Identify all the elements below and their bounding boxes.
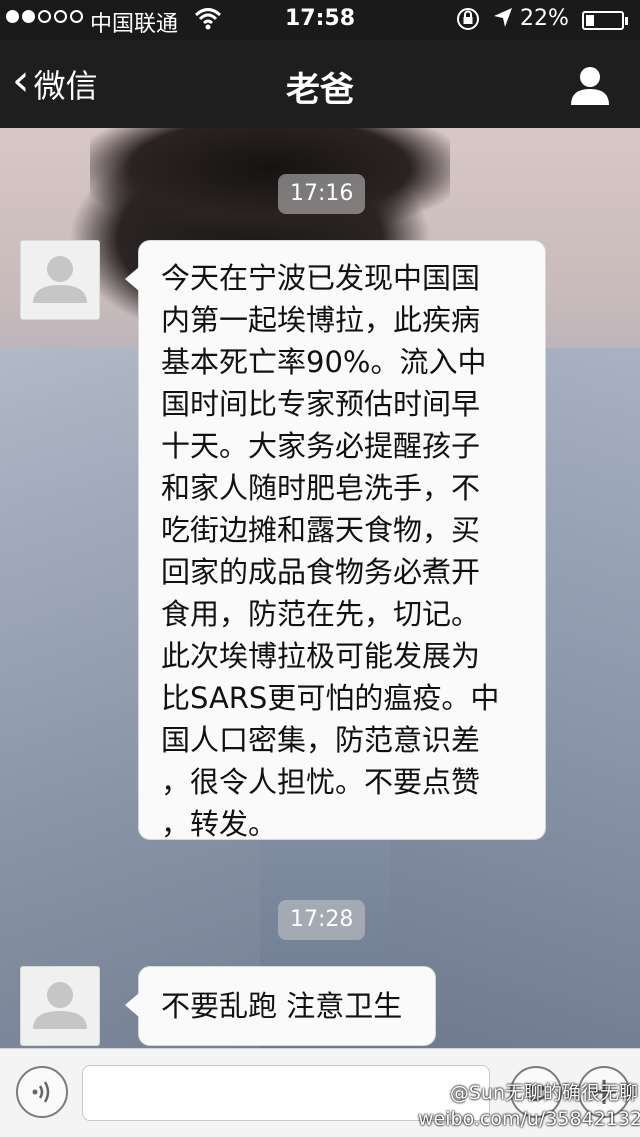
sender-avatar[interactable]	[20, 966, 100, 1046]
default-avatar-icon	[33, 256, 87, 303]
message-bubble[interactable]: 今天在宁波已发现中国国 内第一起埃博拉，此疾病 基本死亡率90%。流入中 国时间…	[125, 240, 546, 841]
navigation-bar: ‹ 微信 老爸	[0, 40, 640, 128]
rotation-lock-icon	[455, 6, 481, 38]
message-line: 国时间比专家预估时间早	[161, 387, 481, 421]
message-line: 内第一起埃博拉，此疾病	[161, 303, 481, 337]
message-line: ，转发。	[161, 807, 278, 841]
battery-percent: 22%	[520, 6, 569, 31]
voice-input-button[interactable]	[16, 1066, 68, 1118]
person-icon	[571, 67, 609, 105]
status-bar: 中国联通 17:58 22%	[0, 0, 640, 40]
message-line: 十天。大家务必提醒孩子	[161, 429, 481, 463]
battery-icon	[582, 11, 628, 30]
message-line: 基本死亡率90%。流入中	[161, 345, 487, 379]
weibo-watermark: @Sun无聊的确很无聊 weibo.com/u/3584213245	[418, 1080, 640, 1132]
message-line: 吃街边摊和露天食物，买	[161, 513, 481, 547]
watermark-url: weibo.com/u/3584213245	[418, 1108, 640, 1130]
message-line: 国人口密集，防范意识差	[161, 723, 481, 757]
message-line: ，很令人担忧。不要点赞	[161, 765, 481, 799]
message-line: 和家人随时肥皂洗手，不	[161, 471, 481, 505]
message-line: 此次埃博拉极可能发展为	[161, 639, 481, 673]
message-timestamp: 17:16	[278, 174, 366, 214]
watermark-handle: @Sun无聊的确很无聊	[449, 1082, 638, 1104]
voice-wave-icon	[32, 1081, 50, 1103]
location-icon	[492, 6, 514, 36]
message-line: 今天在宁波已发现中国国	[161, 261, 481, 295]
message-timestamp: 17:28	[278, 900, 366, 940]
message-line: 回家的成品食物务必煮开	[161, 555, 481, 589]
message-line: 食用，防范在先，切记。	[161, 597, 481, 631]
message-line: 不要乱跑 注意卫生	[161, 989, 403, 1023]
default-avatar-icon	[33, 982, 87, 1029]
message-list[interactable]: 17:16 今天在宁波已发现中国国 内第一起埃博拉，此疾病 基本死亡率90%。流…	[0, 128, 640, 1048]
sender-avatar[interactable]	[20, 240, 100, 320]
message-line: 比SARS更可怕的瘟疫。中	[161, 681, 500, 715]
message-bubble[interactable]: 不要乱跑 注意卫生	[125, 966, 436, 1046]
chat-title: 老爸	[286, 70, 354, 110]
contact-profile-button[interactable]	[568, 64, 612, 108]
